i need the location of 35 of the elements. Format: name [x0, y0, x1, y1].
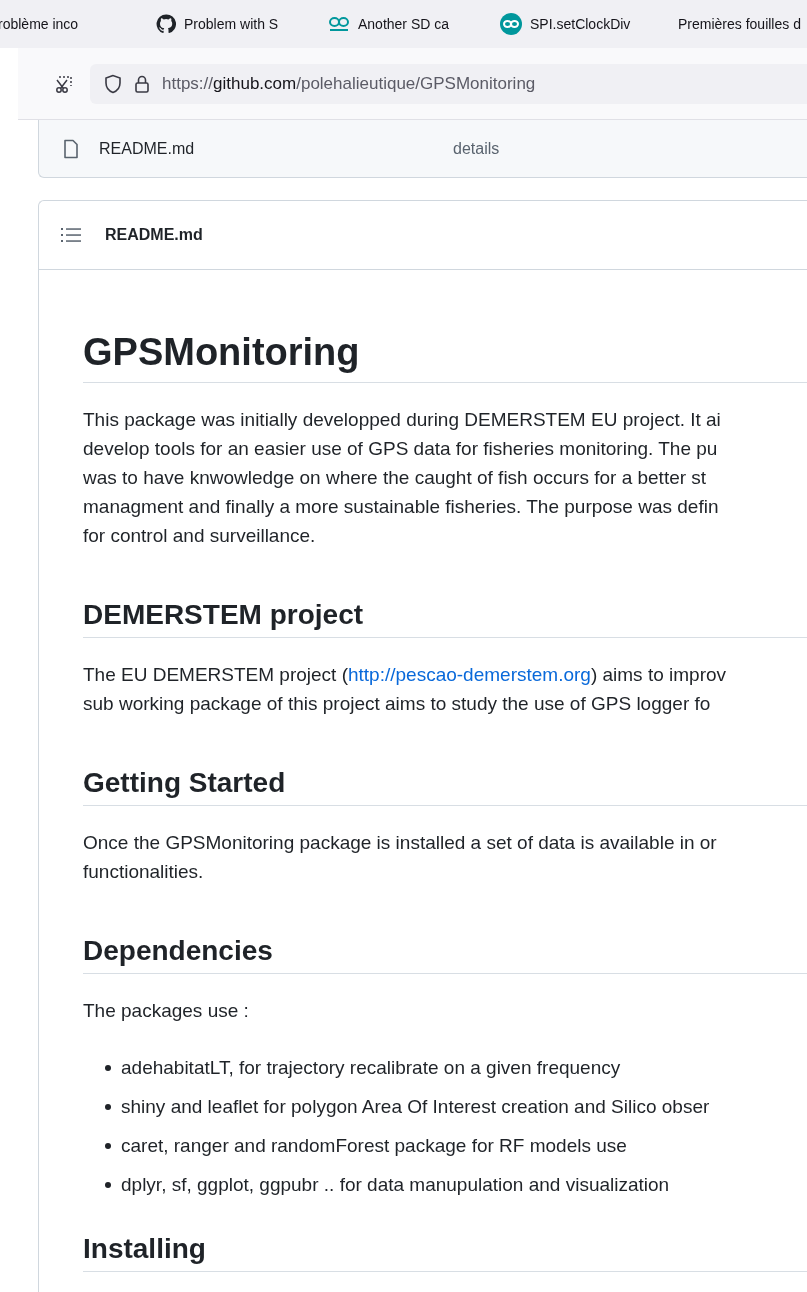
paragraph: Once the GPSMonitoring package is installed a set of data is available in or functionalities.: [83, 830, 717, 884]
browser-tab[interactable]: SPI.setClockDiv: [490, 0, 662, 48]
list-icon[interactable]: [61, 227, 81, 243]
list-item: adehabitatLT, for trajectory recalibrate on a given frequency: [121, 1057, 621, 1080]
section-heading: Getting Started: [83, 765, 286, 800]
browser-tab[interactable]: Premières fouilles d: [662, 0, 807, 48]
section-heading: Installing: [83, 1231, 206, 1266]
lock-icon[interactable]: [134, 73, 150, 94]
address-bar[interactable]: https://github.com/polehalieutique/GPSMonitoring: [90, 63, 807, 104]
browser-tab[interactable]: Another SD ca: [318, 0, 490, 48]
bullet-icon: [105, 1143, 111, 1150]
infinity-icon: [500, 13, 522, 35]
file-row[interactable]: README.md details: [38, 120, 807, 178]
bullet-icon: [105, 1182, 111, 1189]
paragraph: This package was initially developped during DEMERSTEM EU project. It ai develop tools for an easier use of GPS data for fisheries monitoring. The pu was to have knwowledge on where the caught of fish occurs for a better st managment and finally a more sustainable fisheries. The purpose was defin for control and surveillance.: [83, 407, 721, 548]
bullet-icon: [105, 1104, 111, 1111]
commit-message[interactable]: details: [453, 139, 500, 158]
list-item: shiny and leaflet for polygon Area Of Interest creation and Silico obser: [121, 1096, 710, 1119]
screenshot-icon[interactable]: [54, 73, 74, 94]
page-heading: GPSMonitoring: [83, 330, 360, 375]
paragraph: The EU DEMERSTEM project (http://pescao-demerstem.org) aims to improv sub working package of this project aims to study the use of GPS logger fo: [83, 662, 727, 716]
shield-icon[interactable]: [104, 73, 122, 94]
browser-tab[interactable]: Problem with S: [146, 0, 318, 48]
link[interactable]: http://pescao-demerstem.org: [348, 663, 591, 685]
section-heading: Dependencies: [83, 933, 273, 968]
section-heading: DEMERSTEM project: [83, 597, 364, 632]
cat-logo-icon: [156, 14, 176, 34]
paragraph: The packages use :: [83, 998, 249, 1023]
infinity-icon: [328, 16, 350, 32]
list-item: dplyr, sf, ggplot, ggpubr .. for data manupulation and visualization: [121, 1174, 670, 1197]
list-item: caret, ranger and randomForest package for RF models use: [121, 1135, 627, 1158]
bullet-icon: [105, 1065, 111, 1072]
file-icon: [63, 138, 79, 159]
readme-title: README.md: [105, 226, 203, 244]
file-name[interactable]: README.md: [99, 139, 453, 158]
